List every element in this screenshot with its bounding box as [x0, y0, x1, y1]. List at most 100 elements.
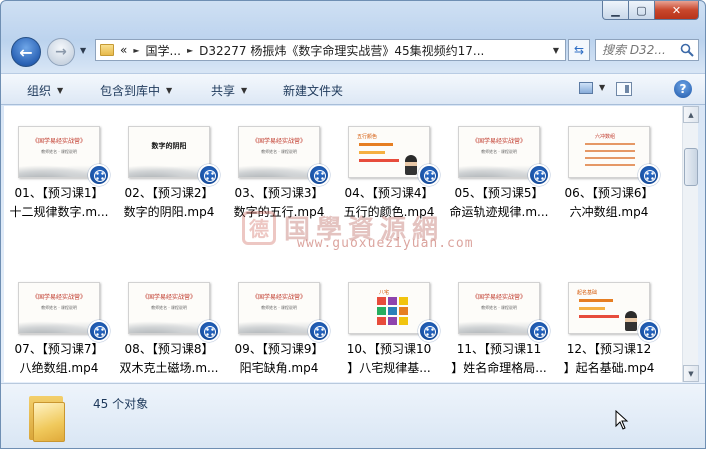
explorer-window: ▁ ▢ ✕ ← → ▼ « ► 国学... ► D32277 杨振炜《数字命理实… [0, 0, 706, 449]
command-bar: 组织 ▼ 包含到库中 ▼ 共享 ▼ 新建文件夹 ▼ ? [1, 73, 705, 105]
chevron-down-icon: ▼ [57, 86, 64, 95]
file-name[interactable]: 09、【预习课9】 阳宅缺角.mp4 [224, 340, 334, 378]
search-icon[interactable] [680, 43, 694, 57]
chevron-right-icon[interactable]: ► [187, 46, 193, 55]
file-item[interactable]: 数字的阴阳 02、【预习课2】 数字的阴阳.mp4 [114, 112, 224, 222]
scroll-down-button[interactable]: ▼ [683, 365, 699, 382]
breadcrumb-item[interactable]: D32277 杨振炜《数字命理实战营》45集视频约17... [199, 42, 484, 59]
search-input[interactable] [602, 43, 680, 57]
refresh-icon: ⇆ [573, 43, 585, 57]
file-name-line: 09、【预习课9】 [234, 342, 324, 356]
file-name-line: 五行的颜色.mp4 [343, 205, 435, 219]
file-name[interactable]: 06、【预习课6】 六冲数组.mp4 [554, 184, 664, 222]
file-item[interactable]: 《国学易经实战营》 教师姓名 · 课程说明 09、【预习课9】 阳宅缺角.mp4 [224, 268, 334, 378]
video-player-icon [418, 320, 440, 342]
video-player-icon [638, 320, 660, 342]
breadcrumb-item[interactable]: 国学... [146, 42, 181, 59]
file-name[interactable]: 01、【预习课1】 十二规律数字.m... [4, 184, 114, 222]
file-item[interactable]: 六冲数组 06、【预习课6】 六冲数组.mp4 [554, 112, 664, 222]
file-name-line: 】八宅规律基... [347, 361, 431, 375]
file-name[interactable]: 11、【预习课11 】姓名命理格局... [444, 340, 554, 378]
file-item[interactable]: 起名基础 12、【预习课12 】起名基础.mp4 [554, 268, 664, 378]
file-name-line: 十二规律数字.m... [9, 205, 109, 219]
mouse-cursor-icon [615, 410, 629, 430]
file-item[interactable]: 《国学易经实战营》 教师姓名 · 课程说明 11、【预习课11 】姓名命理格局... [444, 268, 554, 378]
thumbnail-title: 起名基础 [577, 290, 598, 296]
file-item[interactable]: 八宅 10、【预习课10 】八宅规律基... [334, 268, 444, 378]
thumbnail-subtitle: 教师姓名 · 课程说明 [41, 305, 77, 310]
preview-pane-icon[interactable] [616, 82, 632, 96]
maximize-button[interactable]: ▢ [629, 1, 655, 20]
minimize-button[interactable]: ▁ [602, 1, 629, 20]
file-name-line: 02、【预习课2】 [124, 186, 214, 200]
file-item[interactable]: 五行颜色 04、【预习课4】 五行的颜色.mp4 [334, 112, 444, 222]
vertical-scrollbar[interactable]: ▲ ▼ [682, 106, 699, 382]
new-folder-label: 新建文件夹 [283, 84, 344, 98]
thumbnail-subtitle: 教师姓名 · 课程说明 [481, 149, 517, 154]
video-player-icon [638, 164, 660, 186]
file-name-line: 数字的五行.mp4 [233, 205, 325, 219]
chevron-right-icon[interactable]: ► [133, 46, 139, 55]
help-icon[interactable]: ? [674, 80, 692, 98]
thumbnail-title: 《国学易经实战营》 [471, 138, 526, 145]
arrow-left-icon: ← [19, 42, 33, 62]
presenter-figure [625, 311, 637, 331]
thumbnail-title: 六冲数组 [595, 134, 616, 140]
video-player-icon [528, 164, 550, 186]
file-item[interactable]: 《国学易经实战营》 教师姓名 · 课程说明 01、【预习课1】 十二规律数字.m... [4, 112, 114, 222]
file-name-line: 命运轨迹规律.m... [449, 205, 549, 219]
address-bar[interactable]: « ► 国学... ► D32277 杨振炜《数字命理实战营》45集视频约17.… [95, 39, 566, 61]
file-item[interactable]: 《国学易经实战营》 教师姓名 · 课程说明 05、【预习课5】 命运轨迹规律.m... [444, 112, 554, 222]
file-item[interactable]: 《国学易经实战营》 教师姓名 · 课程说明 08、【预习课8】 双木克土磁场.m... [114, 268, 224, 378]
presenter-figure [405, 155, 417, 175]
file-name[interactable]: 02、【预习课2】 数字的阴阳.mp4 [114, 184, 224, 222]
file-name[interactable]: 03、【预习课3】 数字的五行.mp4 [224, 184, 334, 222]
video-player-icon [88, 164, 110, 186]
video-player-icon [88, 320, 110, 342]
file-name-line: 06、【预习课6】 [564, 186, 654, 200]
file-name[interactable]: 04、【预习课4】 五行的颜色.mp4 [334, 184, 444, 222]
back-button[interactable]: ← [11, 37, 41, 67]
thumbnail-title: 《国学易经实战营》 [141, 294, 196, 301]
thumbnail-subtitle: 教师姓名 · 课程说明 [41, 149, 77, 154]
details-pane: 45 个对象 [1, 383, 705, 448]
file-name-line: 八绝数组.mp4 [19, 361, 99, 375]
refresh-button[interactable]: ⇆ [568, 39, 590, 61]
video-player-icon [308, 164, 330, 186]
thumbnail-title: 《国学易经实战营》 [251, 138, 306, 145]
file-name-line: 六冲数组.mp4 [569, 205, 649, 219]
change-view-icon[interactable] [579, 82, 593, 94]
address-prefix[interactable]: « [120, 43, 127, 57]
thumbnail-title: 《国学易经实战营》 [471, 294, 526, 301]
item-count: 45 个对象 [93, 397, 149, 411]
file-name[interactable]: 07、【预习课7】 八绝数组.mp4 [4, 340, 114, 378]
organize-menu[interactable]: 组织 ▼ [27, 82, 63, 99]
search-box[interactable] [595, 39, 699, 61]
recent-pages-dropdown[interactable]: ▼ [80, 46, 86, 55]
file-name[interactable]: 08、【预习课8】 双木克土磁场.m... [114, 340, 224, 378]
include-in-library-menu[interactable]: 包含到库中 ▼ [100, 82, 172, 99]
file-name-line: 05、【预习课5】 [454, 186, 544, 200]
close-button[interactable]: ✕ [655, 1, 699, 20]
file-name[interactable]: 12、【预习课12 】起名基础.mp4 [554, 340, 664, 378]
folder-icon [100, 44, 114, 56]
file-name-line: 双木克土磁场.m... [119, 361, 219, 375]
file-name[interactable]: 05、【预习课5】 命运轨迹规律.m... [444, 184, 554, 222]
video-player-icon [308, 320, 330, 342]
file-item[interactable]: 《国学易经实战营》 教师姓名 · 课程说明 03、【预习课3】 数字的五行.mp4 [224, 112, 334, 222]
share-menu[interactable]: 共享 ▼ [211, 82, 247, 99]
video-player-icon [528, 320, 550, 342]
file-name-line: 】起名基础.mp4 [563, 361, 655, 375]
scrollbar-thumb[interactable] [684, 148, 698, 186]
new-folder-button[interactable]: 新建文件夹 [283, 82, 343, 99]
file-name[interactable]: 10、【预习课10 】八宅规律基... [334, 340, 444, 378]
thumbnail-title: 五行颜色 [357, 134, 378, 140]
view-options-dropdown[interactable]: ▼ [599, 83, 605, 92]
thumbnail-subtitle: 教师姓名 · 课程说明 [261, 305, 297, 310]
file-item[interactable]: 《国学易经实战营》 教师姓名 · 课程说明 07、【预习课7】 八绝数组.mp4 [4, 268, 114, 378]
thumbnail-title: 八宅 [379, 290, 390, 296]
address-dropdown[interactable]: ▼ [549, 42, 563, 58]
scroll-up-button[interactable]: ▲ [683, 106, 699, 123]
file-name-line: 07、【预习课7】 [14, 342, 104, 356]
forward-button[interactable]: → [47, 38, 75, 66]
